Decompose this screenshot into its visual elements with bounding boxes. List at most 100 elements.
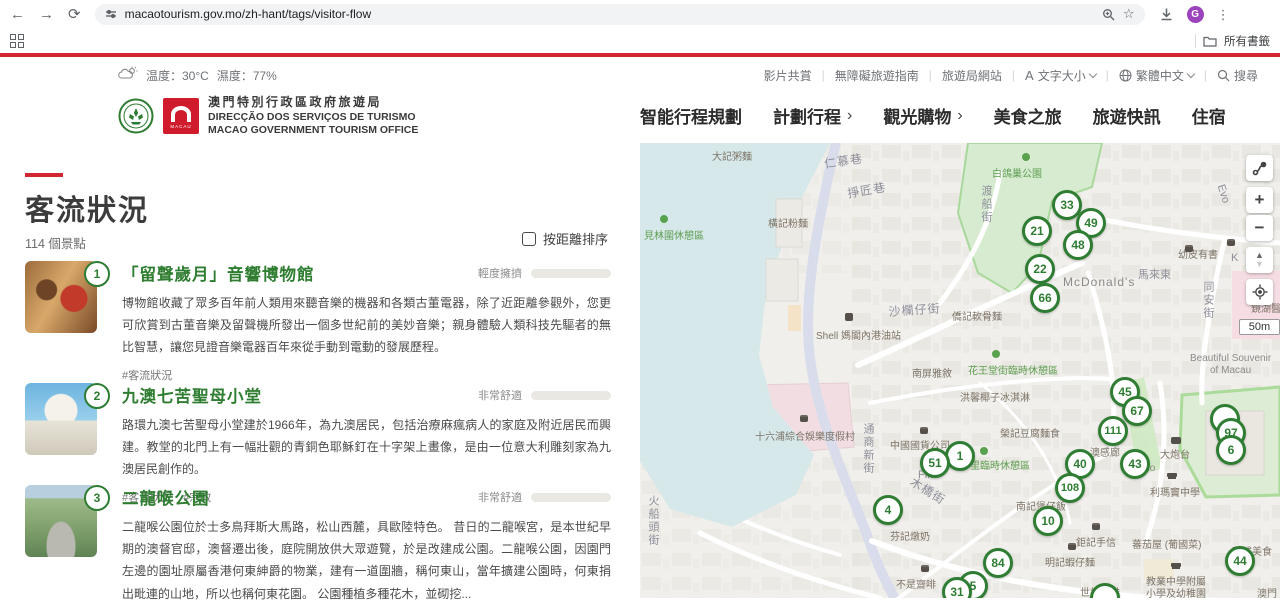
all-bookmarks-label[interactable]: 所有書籤 <box>1224 33 1270 49</box>
list-item[interactable]: 1 「留聲歲月」音響博物館 輕度擁擠 博物館收藏了眾多百年前人類用來聽音樂的機器… <box>25 261 611 383</box>
map-bag-icon <box>921 565 929 572</box>
folder-icon[interactable] <box>1203 35 1217 47</box>
map-label: 通商新街 <box>860 423 876 475</box>
weather-widget: 温度：30°C 濕度：77% <box>118 66 277 84</box>
map-label: 幼皮有書 <box>1178 246 1218 261</box>
site-settings-icon[interactable] <box>105 8 117 20</box>
attractions-list-panel: 客流狀況 114 個景點 按距離排序 1 「留聲歲月」音響博物館 輕度擁擠 博物… <box>0 143 640 598</box>
bookmark-star-icon[interactable]: ☆ <box>1123 6 1135 22</box>
search-button[interactable]: 搜尋 <box>1217 67 1258 84</box>
chevron-right-icon: › <box>957 107 962 125</box>
map-marker-21[interactable]: 21 <box>1022 216 1052 246</box>
map-label: 鉅記手信 <box>1076 534 1116 549</box>
url-text[interactable]: macaotourism.gov.mo/zh-hant/tags/visitor… <box>125 7 1094 21</box>
attraction-description: 路環九澳七苦聖母小堂建於1966年，為九澳居民，包括治療麻瘋病人的家庭及附近居民… <box>122 414 611 481</box>
map-canvas[interactable]: 大記粥麵仁慕巷掙匠巷橫記粉麵見林圍休憩區白鴿巢公園渡船街McDonald's馬來… <box>640 143 1280 598</box>
link-accessible-travel[interactable]: 無障礙旅遊指南 <box>835 67 919 84</box>
back-icon[interactable]: ← <box>10 7 25 22</box>
map-marker-44[interactable]: 44 <box>1225 546 1255 576</box>
browser-toolbar: ← → ⟳ macaotourism.gov.mo/zh-hant/tags/v… <box>0 0 1280 28</box>
refresh-icon[interactable]: ⟳ <box>68 7 81 22</box>
search-icon <box>1217 69 1230 82</box>
my-location-button[interactable] <box>1246 279 1273 305</box>
map-label: 小學及幼稚園 <box>1146 585 1206 598</box>
site-header: 温度：30°C 濕度：77% 影片共賞 | 無障礙旅遊指南 | 旅遊局網站 | … <box>0 57 1280 143</box>
rank-badge: 1 <box>84 261 110 287</box>
rank-badge: 2 <box>84 383 110 409</box>
nav-sightseeing-shopping[interactable]: 觀光購物› <box>883 103 962 128</box>
map-bag-icon <box>1227 239 1235 246</box>
language-selector[interactable]: 繁體中文 <box>1119 67 1194 84</box>
map-marker-43[interactable]: 43 <box>1120 449 1150 479</box>
rank-badge: 3 <box>84 485 110 511</box>
mgto-logo-icon: MACAU <box>163 98 199 134</box>
map-school-icon <box>1171 563 1181 567</box>
link-mgto-website[interactable]: 旅遊局網站 <box>942 67 1002 84</box>
map-tree-icon <box>1022 153 1030 161</box>
chevron-down-icon <box>1088 69 1096 77</box>
attraction-title[interactable]: 二龍喉公園 <box>122 485 210 509</box>
crowd-status-label: 非常舒適 <box>478 387 522 403</box>
address-bar[interactable]: macaotourism.gov.mo/zh-hant/tags/visitor… <box>95 4 1145 25</box>
map-marker-6[interactable]: 6 <box>1216 435 1246 465</box>
title-accent-bar <box>25 173 63 177</box>
map-label: 僑記軟骨麵 <box>952 308 1002 323</box>
nav-smart-itinerary[interactable]: 智能行程規劃 <box>640 103 742 128</box>
zoom-page-icon[interactable] <box>1102 8 1115 21</box>
attraction-description: 二龍喉公園位於士多鳥拜斯大馬路，松山西麓，具歐陸特色。 昔日的二龍喉宮，是本世紀… <box>122 516 611 600</box>
map-marker-4[interactable]: 4 <box>873 495 903 525</box>
map-marker-22[interactable]: 22 <box>1025 254 1055 284</box>
nav-food-trip[interactable]: 美食之旅 <box>994 103 1062 128</box>
zoom-in-button[interactable]: + <box>1246 187 1273 213</box>
site-logo[interactable]: MACAU 澳門特別行政區政府旅遊局 DIRECÇÃO DOS SERVIÇOS… <box>118 95 418 138</box>
crowd-status: 非常舒適 <box>478 387 611 403</box>
sort-label: 按距離排序 <box>543 229 608 248</box>
macau-sar-emblem-icon <box>118 98 154 134</box>
map-controls: + − ▲▼ 50m <box>1246 155 1273 335</box>
map-marker-84[interactable]: 84 <box>983 548 1013 578</box>
map-marker-66[interactable]: 66 <box>1030 283 1060 313</box>
apps-grid-icon[interactable] <box>10 34 24 48</box>
map-label: Shell 媽閣內港油站 <box>816 327 901 342</box>
crowd-status-bar <box>531 493 611 502</box>
map-label: 見林圍休憩區 <box>644 227 704 242</box>
download-icon[interactable] <box>1159 7 1174 22</box>
attraction-title[interactable]: 九澳七苦聖母小堂 <box>122 383 262 407</box>
nav-travel-news[interactable]: 旅遊快訊 <box>1093 103 1161 128</box>
map-label: 同安街 <box>1200 281 1216 320</box>
map-bag-icon <box>1068 543 1076 550</box>
map-fuel-icon <box>845 313 853 321</box>
attraction-title[interactable]: 「留聲歲月」音響博物館 <box>122 261 315 285</box>
map-base-tiles <box>640 143 1280 598</box>
map-bag-icon <box>920 427 928 434</box>
sort-checkbox[interactable] <box>522 232 536 246</box>
crowd-status-bar <box>531 269 611 278</box>
map-label: 蕃茄屋 (葡國菜) <box>1132 536 1201 551</box>
link-video-sharing[interactable]: 影片共賞 <box>764 67 812 84</box>
map-label: McDonald's <box>1063 275 1135 289</box>
menu-dots-icon[interactable]: ⋮ <box>1217 8 1230 21</box>
nav-plan-trip[interactable]: 計劃行程› <box>773 103 852 128</box>
list-item[interactable]: 3 二龍喉公園 非常舒適 二龍喉公園位於士多鳥拜斯大馬路，松山西麓，具歐陸特色。… <box>25 485 611 600</box>
map-marker-111[interactable]: 111 <box>1098 416 1128 446</box>
map-marker-67[interactable]: 67 <box>1122 396 1152 426</box>
logo-text-pt: DIRECÇÃO DOS SERVIÇOS DE TURISMO <box>208 111 418 125</box>
tag-link[interactable]: #客流狀況 <box>122 367 172 383</box>
nav-accommodation[interactable]: 住宿 <box>1192 103 1226 128</box>
forward-icon[interactable]: → <box>39 7 54 22</box>
profile-avatar[interactable]: G <box>1187 6 1204 23</box>
sort-by-distance-control[interactable]: 按距離排序 <box>522 229 608 248</box>
map-label: 不是齋啡 <box>896 576 936 591</box>
tilt-control[interactable]: ▲▼ <box>1246 247 1273 273</box>
text-size-control[interactable]: A 文字大小 <box>1025 67 1096 84</box>
zoom-out-button[interactable]: − <box>1246 215 1273 241</box>
map-marker-10[interactable]: 10 <box>1033 506 1063 536</box>
map-marker-108[interactable]: 108 <box>1055 473 1085 503</box>
attraction-description: 博物館收藏了眾多百年前人類用來聽音樂的機器和各類古董電器，除了近距離參觀外，您更… <box>122 292 611 359</box>
results-count: 114 個景點 <box>25 233 86 252</box>
map-marker-48[interactable]: 48 <box>1063 230 1093 260</box>
map-label: of Macau <box>1210 365 1251 376</box>
map-marker-51[interactable]: 51 <box>920 448 950 478</box>
map-label: 洪馨椰子冰淇淋 <box>960 389 1030 404</box>
directions-icon[interactable] <box>1246 155 1273 181</box>
